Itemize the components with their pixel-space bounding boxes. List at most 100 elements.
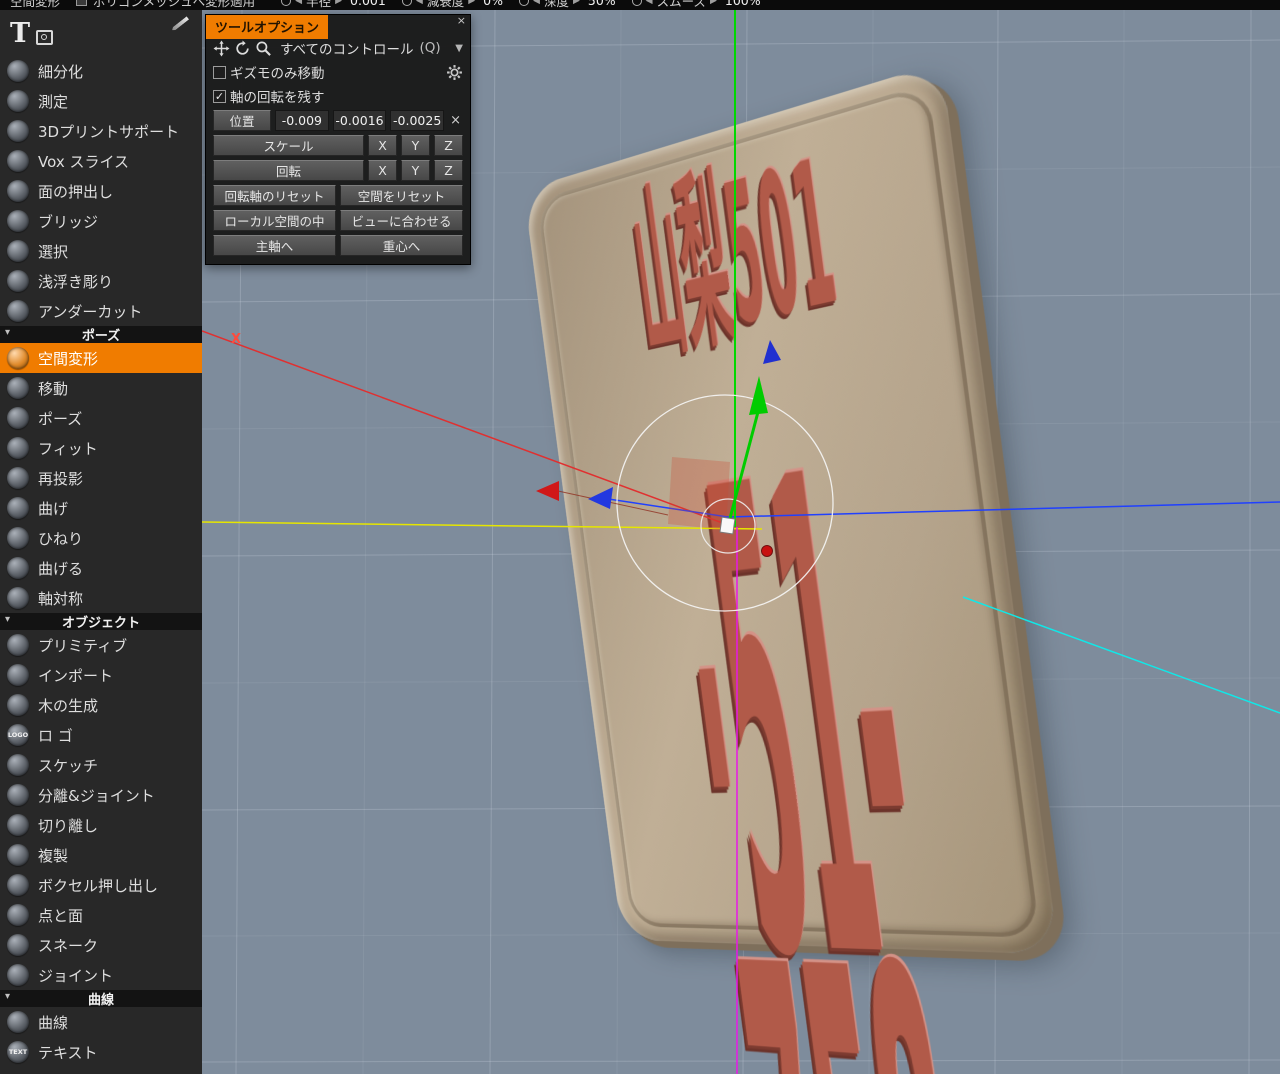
stepper-decrease-icon[interactable]: ◀ [295, 0, 302, 6]
rotate-control-icon[interactable] [234, 40, 251, 57]
gear-icon[interactable] [446, 64, 463, 81]
position-button[interactable]: 位置 [213, 110, 271, 131]
control-mode-label[interactable]: すべてのコントロール [280, 38, 414, 58]
stepper-decrease-icon[interactable]: ◀ [533, 0, 540, 6]
sidebar-item[interactable]: 空間変形 [0, 343, 202, 373]
camera-preview-icon[interactable] [36, 29, 54, 45]
sidebar-item[interactable]: Vox スライス [0, 146, 202, 176]
gizmo-blue-cone[interactable] [588, 487, 613, 509]
sidebar-item[interactable]: ジョイント [0, 960, 202, 990]
sidebar-item-label: 浅浮き彫り [38, 272, 114, 291]
sidebar-item[interactable]: フィット [0, 433, 202, 463]
reset-rotation-axis-button[interactable]: 回転軸のリセット [213, 185, 336, 206]
sidebar-section-header[interactable]: ▾ 曲線 [0, 990, 202, 1008]
local-space-button[interactable]: ローカル空間の中 [213, 210, 336, 231]
gizmo-green-cone[interactable] [749, 376, 768, 415]
stepper-increase-icon[interactable]: ▶ [710, 0, 717, 6]
align-to-view-button[interactable]: ビューに合わせる [340, 210, 463, 231]
stepper-increase-icon[interactable]: ▶ [335, 0, 342, 6]
param-value[interactable]: 50% [588, 0, 616, 8]
sidebar-item[interactable]: アンダーカット [0, 296, 202, 326]
gizmo-x-handle[interactable] [557, 490, 669, 516]
scale-z-button[interactable]: Z [434, 135, 463, 156]
rotation-y-button[interactable]: Y [401, 160, 430, 181]
sidebar-item[interactable]: 複製 [0, 840, 202, 870]
gizmo-only-checkbox[interactable] [213, 65, 226, 79]
sidebar-section-header[interactable]: ▾ オブジェクト [0, 613, 202, 631]
text-tool-icon[interactable]: T [10, 18, 30, 49]
gizmo-red-cone[interactable] [536, 481, 559, 501]
scale-x-button[interactable]: X [368, 135, 397, 156]
sidebar-item[interactable]: TEXT テキスト [0, 1037, 202, 1067]
gizmo-center-handle[interactable] [719, 516, 736, 535]
sidebar-item-label: 移動 [38, 379, 69, 398]
chevron-down-icon[interactable]: ▼ [455, 43, 463, 54]
param-value[interactable]: 0% [483, 0, 503, 8]
to-main-axis-button[interactable]: 主軸へ [213, 235, 336, 256]
sidebar-item[interactable]: 曲げる [0, 553, 202, 583]
param-value[interactable]: 0.001 [350, 0, 386, 8]
sidebar-section-header[interactable]: ▾ ポーズ [0, 326, 202, 344]
sidebar-item[interactable]: 3Dプリントサポート [0, 116, 202, 146]
gizmo-red-dot[interactable] [761, 545, 773, 557]
zoom-control-icon[interactable] [255, 40, 272, 57]
sidebar-item[interactable]: 軸対称 [0, 583, 202, 613]
pen-icon[interactable] [171, 16, 189, 31]
sidebar-item[interactable]: 再投影 [0, 463, 202, 493]
sidebar-item[interactable]: スネーク [0, 930, 202, 960]
apply-deform-button[interactable]: ポリゴンメッシュへ変形適用 [93, 0, 255, 10]
control-shortcut-label: (Q) [419, 40, 441, 56]
sidebar-item[interactable]: 曲げ [0, 493, 202, 523]
to-center-mass-button[interactable]: 重心へ [340, 235, 463, 256]
rotation-button[interactable]: 回転 [213, 160, 364, 181]
scale-y-button[interactable]: Y [401, 135, 430, 156]
sidebar-item[interactable]: 点と面 [0, 900, 202, 930]
param-value[interactable]: 100% [725, 0, 761, 8]
sidebar-item[interactable]: 分離&ジョイント [0, 780, 202, 810]
keep-axis-rotation-checkbox[interactable]: ✓ [213, 89, 226, 103]
cyan-axis-line[interactable] [962, 596, 1280, 714]
sidebar-item[interactable]: 移動 [0, 373, 202, 403]
sidebar-item[interactable]: ボクセル押し出し [0, 870, 202, 900]
stepper-increase-icon[interactable]: ▶ [468, 0, 475, 6]
gizmo-green-handle[interactable] [726, 411, 760, 527]
reset-space-button[interactable]: 空間をリセット [340, 185, 463, 206]
position-y-field[interactable]: -0.0016 [332, 110, 387, 131]
sidebar-item[interactable]: 浅浮き彫り [0, 266, 202, 296]
x-axis-line[interactable] [202, 330, 729, 526]
sidebar-item[interactable]: ひねり [0, 523, 202, 553]
gizmo-only-label[interactable]: ギズモのみ移動 [230, 62, 325, 82]
panel-title-tab[interactable]: ツールオプション [206, 15, 329, 39]
sidebar-item[interactable]: インポート [0, 660, 202, 690]
position-x-field[interactable]: -0.009 [275, 110, 329, 131]
rotation-x-button[interactable]: X [368, 160, 397, 181]
sidebar-item[interactable]: 木の生成 [0, 690, 202, 720]
gizmo-plane-highlight[interactable] [668, 457, 730, 530]
clear-position-icon[interactable]: × [448, 113, 463, 128]
stepper-decrease-icon[interactable]: ◀ [646, 0, 653, 6]
duplicate-icon [7, 844, 29, 866]
sidebar-item[interactable]: ブリッジ [0, 206, 202, 236]
viewport-3d[interactable]: 山梨501 ·51-758 X ツールオプション × すべてのコントロール (Q… [202, 10, 1280, 1074]
keep-axis-rotation-label[interactable]: 軸の回転を残す [230, 86, 325, 106]
z-axis-line[interactable] [727, 501, 1280, 518]
scale-button[interactable]: スケール [213, 135, 364, 156]
rotation-z-button[interactable]: Z [434, 160, 463, 181]
sidebar-item[interactable]: ポーズ [0, 403, 202, 433]
sidebar-item[interactable]: スケッチ [0, 750, 202, 780]
sidebar-item[interactable]: 切り離し [0, 810, 202, 840]
sidebar-item[interactable]: 曲線 [0, 1007, 202, 1037]
move-control-icon[interactable] [213, 40, 230, 57]
stepper-decrease-icon[interactable]: ◀ [416, 0, 423, 6]
close-icon[interactable]: × [457, 15, 466, 26]
sidebar-item[interactable]: 細分化 [0, 56, 202, 86]
sidebar-item[interactable]: LOGO ロ ゴ [0, 720, 202, 750]
sidebar-item[interactable]: 面の押出し [0, 176, 202, 206]
param-label: 減衰度 [426, 0, 465, 9]
position-z-field[interactable]: -0.0025 [390, 110, 445, 131]
sidebar-item[interactable]: 測定 [0, 86, 202, 116]
sidebar-item[interactable]: プリミティブ [0, 630, 202, 660]
stepper-increase-icon[interactable]: ▶ [573, 0, 580, 6]
gizmo-blue-top-cone[interactable] [763, 340, 781, 364]
sidebar-item[interactable]: 選択 [0, 236, 202, 266]
